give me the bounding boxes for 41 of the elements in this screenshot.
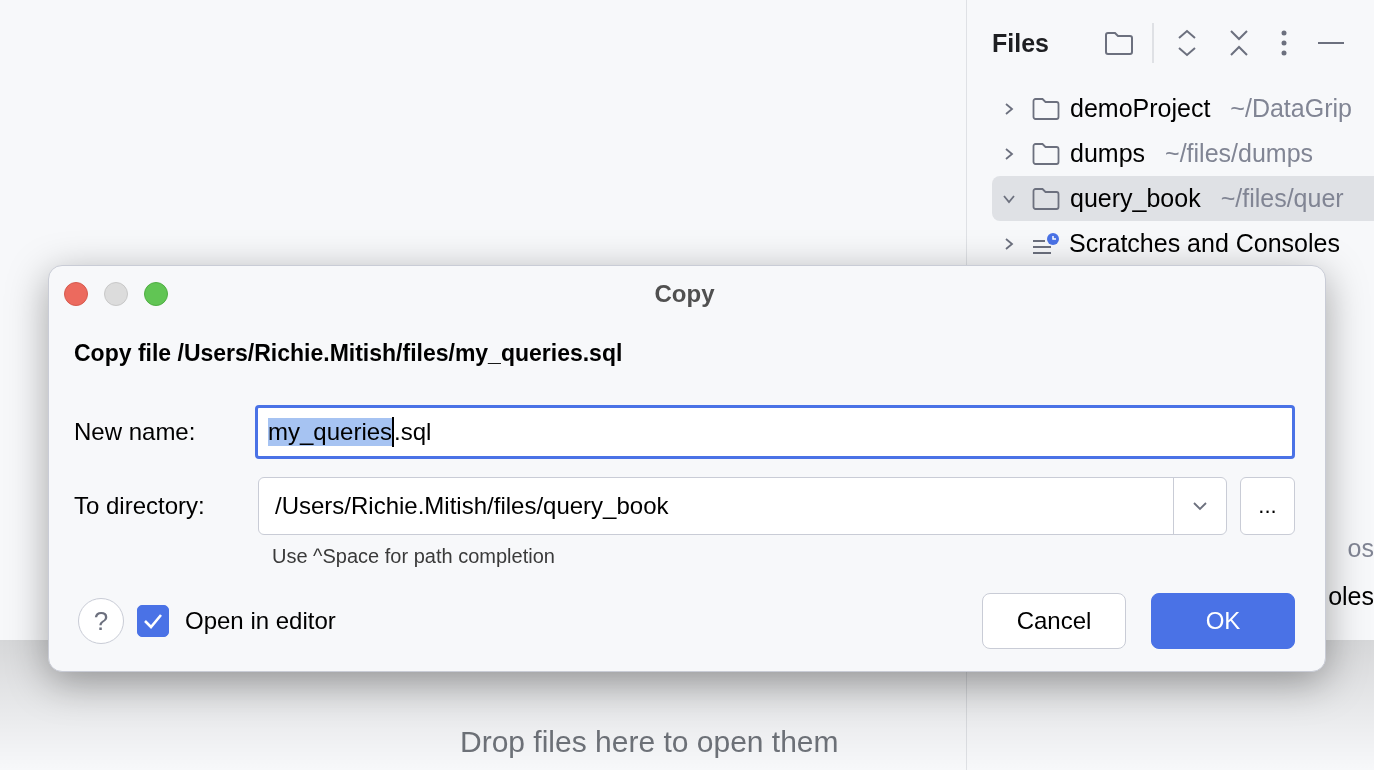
field-label: To directory: <box>74 492 206 520</box>
panel-title: Files <box>992 28 1050 58</box>
tree-row[interactable]: dumps ~/files/dumps <box>992 131 1374 176</box>
close-window-button[interactable] <box>64 282 88 306</box>
collapse-all-icon[interactable] <box>1228 28 1250 58</box>
chevron-down-icon[interactable] <box>1192 501 1208 511</box>
tree-item-name: Scratches and Consoles <box>1069 229 1340 258</box>
tree-item-path: ~/DataGrip <box>1230 94 1352 123</box>
tree-item-name: query_book <box>1070 184 1201 213</box>
browse-button[interactable]: ... <box>1240 477 1295 535</box>
more-options-icon[interactable] <box>1280 30 1288 56</box>
input-field[interactable]: my_queries.sql <box>255 405 1295 459</box>
checkbox[interactable] <box>137 605 169 637</box>
drop-files-hint: Drop files here to open them <box>460 725 839 759</box>
tree-item-path: os <box>1347 534 1374 563</box>
cancel-button[interactable]: Cancel <box>982 593 1126 649</box>
folder-icon[interactable] <box>1104 30 1134 56</box>
tree-row[interactable]: query_book ~/files/quer <box>992 176 1374 221</box>
tree-item-path: ~/files/dumps <box>1165 139 1314 168</box>
checkbox-label: Open in editor <box>185 607 336 635</box>
folder-icon <box>1032 186 1060 211</box>
tree-row[interactable]: Scratches and Consoles <box>992 221 1374 266</box>
minimize-icon[interactable] <box>1318 41 1344 45</box>
field-label: New name: <box>74 418 197 446</box>
tree-item-path: ~/files/quer <box>1220 184 1344 213</box>
directory-combo-box[interactable]: /Users/Richie.Mitish/files/query_book <box>258 477 1227 535</box>
path-completion-hint: Use ^Space for path completion <box>272 545 556 568</box>
tree-item-name: demoProject <box>1070 94 1211 123</box>
expand-all-icon[interactable] <box>1176 28 1198 58</box>
dialog-heading: Copy file /Users/Richie.Mitish/files/my_queries.sql <box>74 340 624 367</box>
check-icon <box>142 612 164 630</box>
zoom-window-button[interactable] <box>144 282 168 306</box>
dialog-title: Copy <box>654 280 715 308</box>
tree-item-name: dumps <box>1070 139 1146 168</box>
tree-row[interactable]: demoProject ~/DataGrip <box>992 86 1374 131</box>
help-button[interactable]: ? <box>78 598 124 644</box>
folder-icon <box>1032 96 1060 121</box>
scratches-icon <box>1032 233 1059 254</box>
tree-item-name: oles <box>1328 582 1374 611</box>
folder-icon <box>1032 141 1060 166</box>
ok-button[interactable]: OK <box>1151 593 1295 649</box>
